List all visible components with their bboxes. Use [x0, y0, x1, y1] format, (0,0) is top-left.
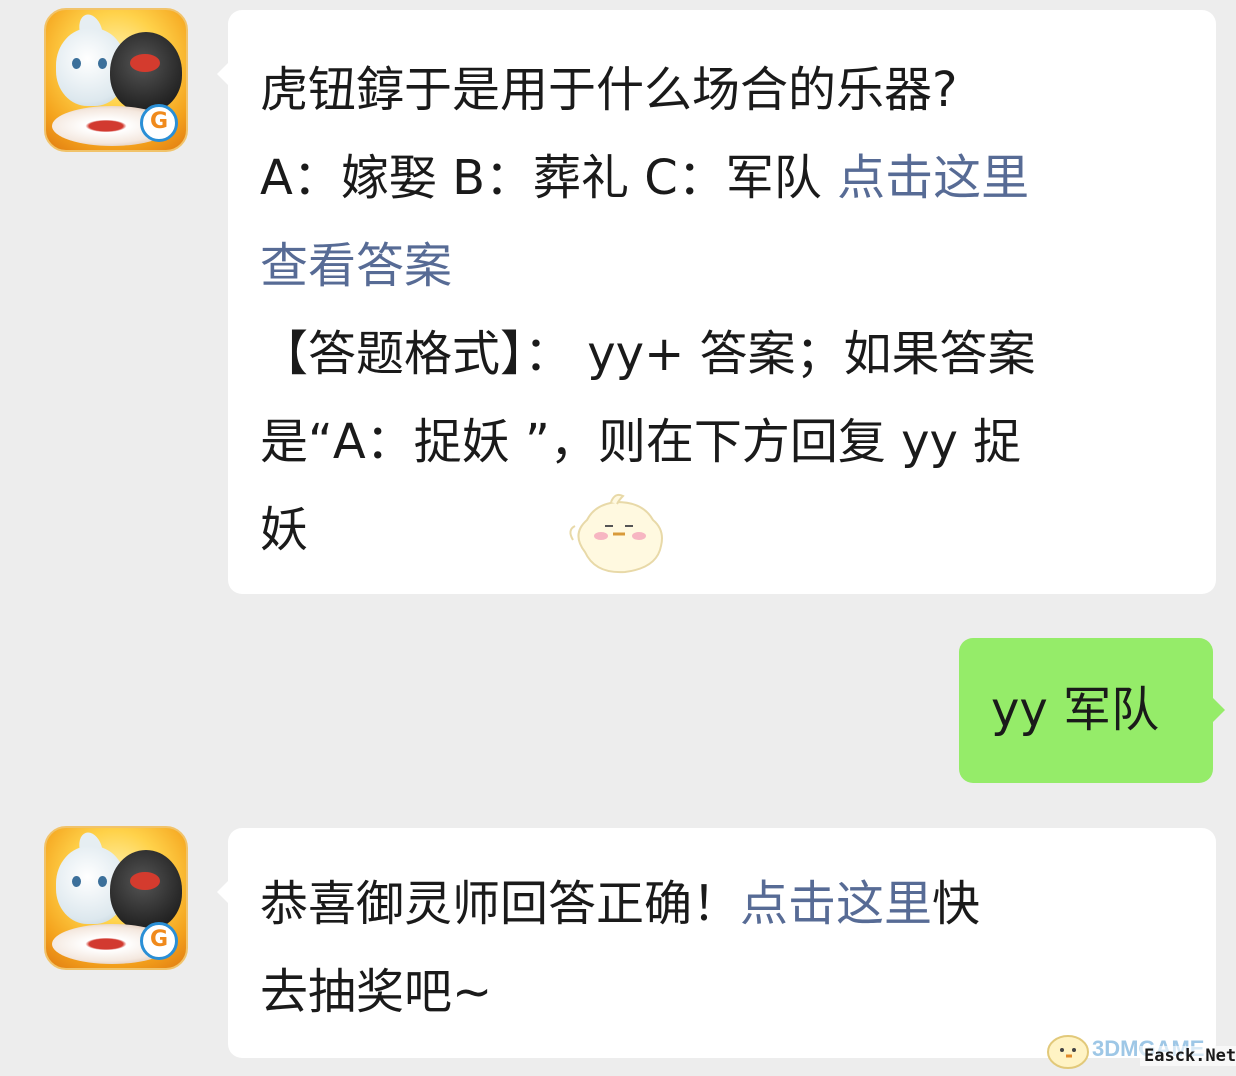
- tencent-games-icon: G: [140, 104, 178, 142]
- bubble-tail: [1213, 698, 1225, 722]
- options-line: A：嫁娶 B：葬礼 C：军队 点击这里: [260, 134, 1186, 222]
- view-answer-link[interactable]: 点击这里: [837, 150, 1029, 206]
- game-avatar-icon[interactable]: G: [44, 826, 188, 970]
- question-text: 虎钮錞于是用于什么场合的乐器?: [260, 62, 958, 118]
- result-text: 恭喜御灵师回答正确！: [260, 876, 741, 932]
- bubble-tail: [217, 62, 229, 86]
- format-line-3: 妖: [260, 502, 309, 558]
- format-line-2: 是“A：捉妖 ”，则在下方回复 yy 捉: [260, 414, 1022, 470]
- watermark-site: Easck.Net: [1140, 1046, 1236, 1066]
- dark-character-eye: [130, 872, 160, 890]
- watermark: 3DMGAME Easck.Net: [1044, 1022, 1236, 1074]
- dark-character: [110, 850, 182, 930]
- message-bubble-reply: yy 军队: [959, 638, 1225, 783]
- dark-character-eye: [130, 54, 160, 72]
- format-line-1: 【答题格式】： yy+ 答案；如果答案: [260, 326, 1036, 382]
- chick-sticker-icon: [569, 493, 663, 574]
- message-bubble-question: 虎钮錞于是用于什么场合的乐器? A：嫁娶 B：葬礼 C：军队 点击这里 查看答案…: [217, 10, 1216, 594]
- view-answer-link-2[interactable]: 查看答案: [260, 222, 1186, 310]
- options-text: A：嫁娶 B：葬礼 C：军队: [260, 150, 838, 206]
- bunny-eye: [98, 876, 107, 887]
- chat-area: G 虎钮錞于是用于什么场合的乐器? A：嫁娶 B：葬礼 C：军队 点击这里 查看…: [0, 0, 1236, 1076]
- result-text-after: 快: [932, 876, 981, 932]
- bunny-eye: [72, 876, 81, 887]
- result-line-1: 恭喜御灵师回答正确！点击这里快: [260, 860, 1186, 948]
- chick-watermark-icon: [1047, 1035, 1089, 1069]
- bunny-eye: [72, 58, 81, 69]
- bubble-tail: [217, 880, 229, 904]
- game-avatar-icon[interactable]: G: [44, 8, 188, 152]
- reply-text: yy 军队: [991, 682, 1160, 738]
- dark-character: [110, 32, 182, 112]
- bunny-eye: [98, 58, 107, 69]
- tencent-games-icon: G: [140, 922, 178, 960]
- lottery-link[interactable]: 点击这里: [740, 876, 932, 932]
